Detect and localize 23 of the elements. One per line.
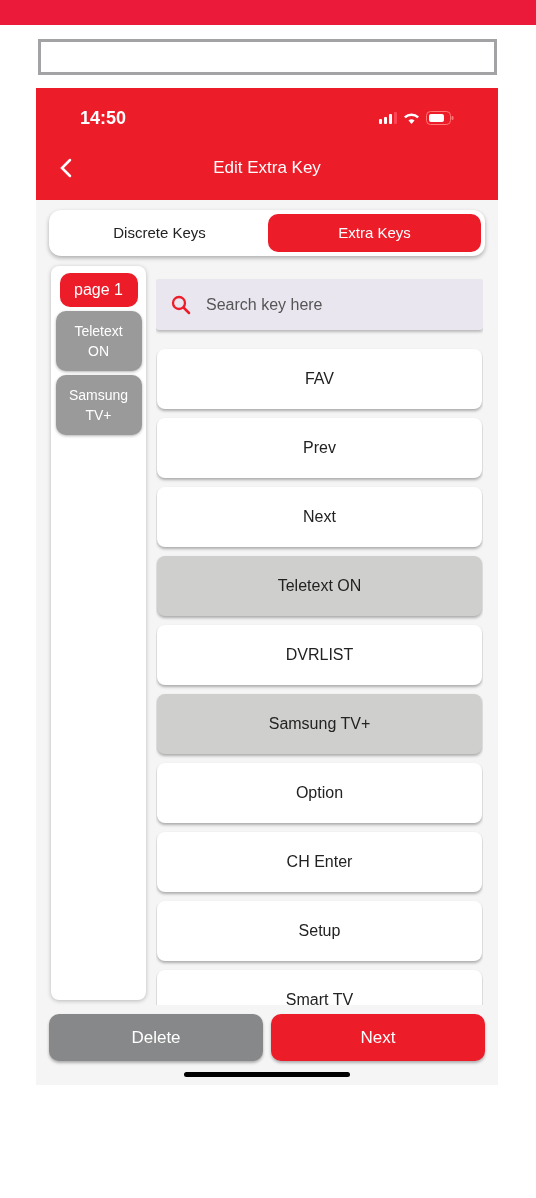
search-field[interactable]: Search key here xyxy=(206,279,468,330)
search-icon xyxy=(171,294,191,315)
page-button[interactable]: page 1 xyxy=(59,273,138,307)
screen-title: Edit Extra Key xyxy=(213,157,321,180)
search-bar[interactable]: Search key here xyxy=(156,279,483,330)
key-button[interactable]: Samsung TV+ xyxy=(157,694,482,754)
key-button[interactable]: Setup xyxy=(157,901,482,961)
wifi-icon xyxy=(403,112,420,124)
key-button[interactable]: Next xyxy=(157,487,482,547)
key-button[interactable]: CH Enter xyxy=(157,832,482,892)
delete-button[interactable]: Delete xyxy=(49,1014,263,1061)
key-button[interactable]: FAV xyxy=(157,349,482,409)
key-button[interactable]: DVRLIST xyxy=(157,625,482,685)
tab[interactable]: Extra Keys xyxy=(268,214,481,252)
key-button[interactable]: Smart TV xyxy=(157,970,482,1005)
key-button[interactable]: Teletext ON xyxy=(157,556,482,616)
next-button[interactable]: Next xyxy=(271,1014,485,1061)
battery-icon xyxy=(426,111,454,125)
key-button[interactable]: Prev xyxy=(157,418,482,478)
back-icon[interactable] xyxy=(60,158,72,178)
status-time: 14:50 xyxy=(80,106,127,130)
key-button[interactable]: Option xyxy=(157,763,482,823)
signal-icon xyxy=(379,112,397,124)
